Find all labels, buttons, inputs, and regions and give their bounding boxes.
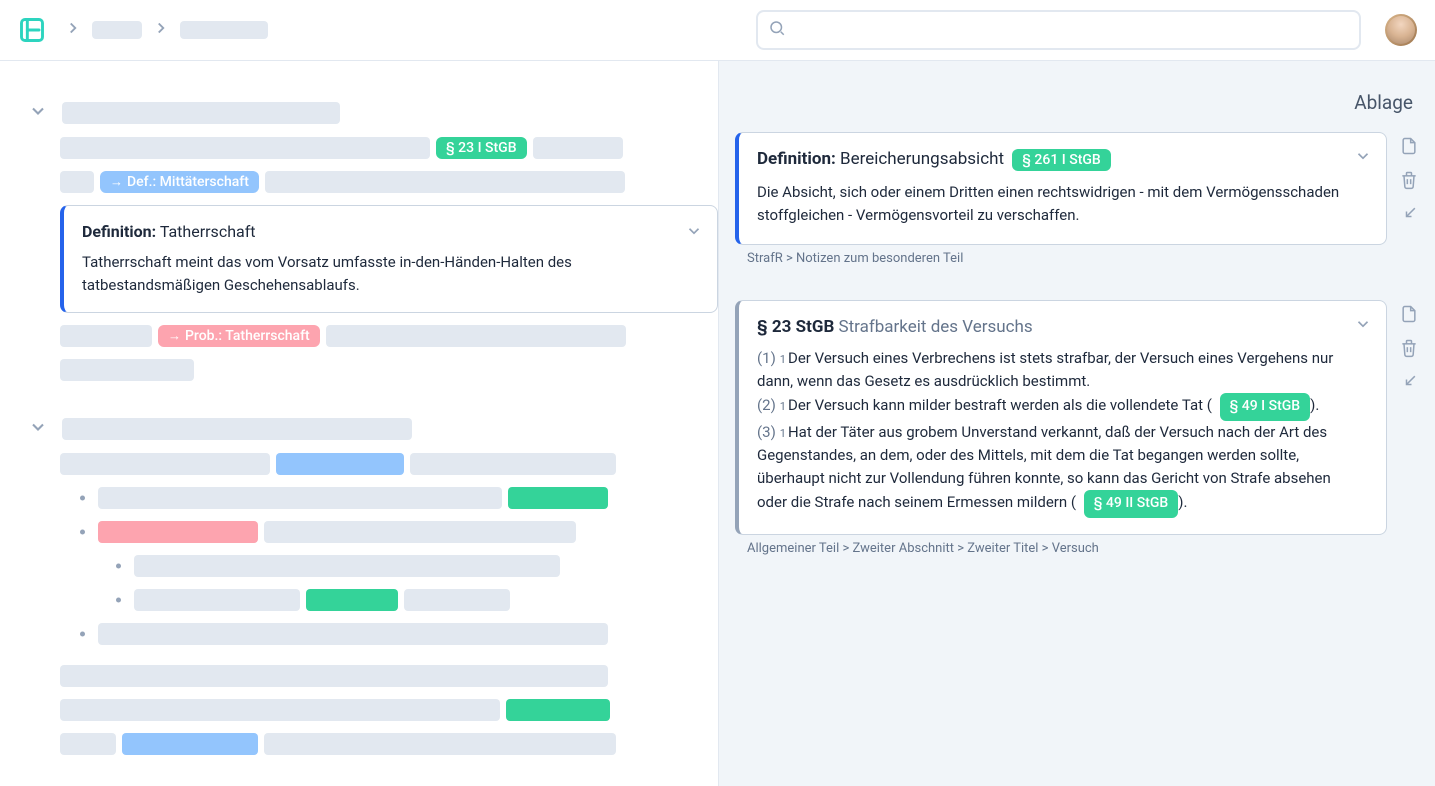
tag-label: Prob.: Tatherrschaft bbox=[185, 328, 310, 344]
card-body: (1)1Der Versuch eines Verbrechens ist st… bbox=[757, 347, 1348, 519]
chevron-right-icon bbox=[64, 19, 82, 41]
law-reference-tag[interactable]: § 49 I StGB bbox=[1220, 393, 1311, 421]
green-block bbox=[306, 589, 398, 611]
card-breadcrumb: Allgemeiner Teil > Zweiter Abschnitt > Z… bbox=[747, 541, 1387, 556]
problem-link-tag[interactable]: → Prob.: Tatherrschaft bbox=[158, 325, 320, 347]
green-block bbox=[506, 699, 610, 721]
paragraph-3: (3)1Hat der Täter aus grobem Unverstand … bbox=[757, 421, 1348, 518]
outline-row[interactable]: → Def.: Mittäterschaft bbox=[0, 171, 718, 193]
document-icon[interactable] bbox=[1399, 136, 1419, 160]
user-avatar[interactable] bbox=[1385, 14, 1417, 46]
outline-section-2 bbox=[0, 417, 718, 755]
document-icon[interactable] bbox=[1399, 304, 1419, 328]
outline-row[interactable] bbox=[0, 555, 718, 577]
chevron-right-icon bbox=[152, 19, 170, 41]
card-body: Die Absicht, sich oder einem Dritten ein… bbox=[757, 181, 1348, 228]
card-breadcrumb: StrafR > Notizen zum besonderen Teil bbox=[747, 251, 1387, 266]
arrow-right-icon: → bbox=[110, 174, 123, 190]
bullet-icon bbox=[116, 564, 121, 569]
app-logo[interactable] bbox=[18, 16, 46, 44]
trash-icon[interactable] bbox=[1399, 338, 1419, 362]
section-title-placeholder bbox=[62, 102, 340, 124]
arrow-right-icon: → bbox=[168, 328, 181, 344]
outline-row[interactable]: → Prob.: Tatherrschaft bbox=[0, 325, 718, 347]
app-header bbox=[0, 0, 1435, 61]
bullet-icon bbox=[116, 598, 121, 603]
card-actions bbox=[1399, 300, 1419, 581]
outline-row[interactable] bbox=[0, 733, 718, 755]
card-title: § 23 StGB Strafbarkeit des Versuchs bbox=[757, 317, 1348, 337]
chevron-down-icon[interactable] bbox=[28, 417, 48, 441]
outline-row[interactable] bbox=[0, 359, 718, 381]
collapse-in-icon[interactable] bbox=[1399, 372, 1419, 396]
definition-card[interactable]: Definition: Tatherrschaft Tatherrschaft … bbox=[60, 205, 718, 313]
law-reference-tag[interactable]: § 23 I StGB bbox=[436, 137, 527, 159]
definition-link-tag[interactable]: → Def.: Mittäterschaft bbox=[100, 171, 259, 193]
card-actions bbox=[1399, 132, 1419, 290]
green-block bbox=[508, 487, 608, 509]
ablage-card-paragraph[interactable]: § 23 StGB Strafbarkeit des Versuchs (1)1… bbox=[735, 300, 1387, 536]
search-input[interactable] bbox=[756, 10, 1361, 50]
outline-row[interactable] bbox=[0, 665, 718, 687]
breadcrumb bbox=[64, 19, 268, 41]
chevron-down-icon[interactable] bbox=[1354, 147, 1372, 169]
editor-pane: § 23 I StGB → Def.: Mittäterschaft bbox=[0, 61, 718, 786]
paragraph-2: (2)1Der Versuch kann milder bestraft wer… bbox=[757, 393, 1348, 421]
card-body: Tatherrschaft meint das vom Vorsatz umfa… bbox=[82, 251, 699, 296]
trash-icon[interactable] bbox=[1399, 170, 1419, 194]
pink-block bbox=[98, 521, 258, 543]
chevron-down-icon[interactable] bbox=[1354, 315, 1372, 337]
tag-label: Def.: Mittäterschaft bbox=[127, 174, 249, 190]
chevron-down-icon[interactable] bbox=[28, 101, 48, 125]
outline-row[interactable]: § 23 I StGB bbox=[0, 137, 718, 159]
ablage-card-definition[interactable]: Definition: Bereicherungsabsicht § 261 I… bbox=[735, 132, 1387, 245]
blue-block bbox=[276, 453, 404, 475]
outline-row[interactable] bbox=[0, 487, 718, 509]
outline-row[interactable] bbox=[0, 589, 718, 611]
collapse-in-icon[interactable] bbox=[1399, 204, 1419, 228]
card-title: Definition: Bereicherungsabsicht bbox=[757, 149, 1008, 169]
bullet-icon bbox=[80, 530, 85, 535]
outline-row[interactable] bbox=[0, 453, 718, 475]
paragraph-1: (1)1Der Versuch eines Verbrechens ist st… bbox=[757, 347, 1348, 394]
main-split: § 23 I StGB → Def.: Mittäterschaft bbox=[0, 61, 1435, 786]
blue-block bbox=[122, 733, 258, 755]
law-reference-tag[interactable]: § 261 I StGB bbox=[1012, 149, 1111, 171]
bullet-icon bbox=[80, 496, 85, 501]
card-title: Definition: Tatherrschaft bbox=[82, 222, 256, 241]
bullet-icon bbox=[80, 632, 85, 637]
section-title-placeholder bbox=[62, 418, 412, 440]
breadcrumb-item-2[interactable] bbox=[180, 21, 268, 39]
outline-row[interactable] bbox=[0, 623, 718, 645]
breadcrumb-item-1[interactable] bbox=[92, 21, 142, 39]
law-reference-tag[interactable]: § 49 II StGB bbox=[1084, 490, 1179, 518]
outline-section-1: § 23 I StGB → Def.: Mittäterschaft bbox=[0, 101, 718, 381]
chevron-down-icon[interactable] bbox=[685, 222, 703, 244]
sidebar-title: Ablage bbox=[735, 91, 1413, 114]
outline-row[interactable] bbox=[0, 699, 718, 721]
outline-row[interactable] bbox=[0, 521, 718, 543]
sidebar-ablage: Ablage Definition: Bereicherungsabsicht … bbox=[718, 61, 1435, 786]
search-container bbox=[756, 10, 1361, 50]
